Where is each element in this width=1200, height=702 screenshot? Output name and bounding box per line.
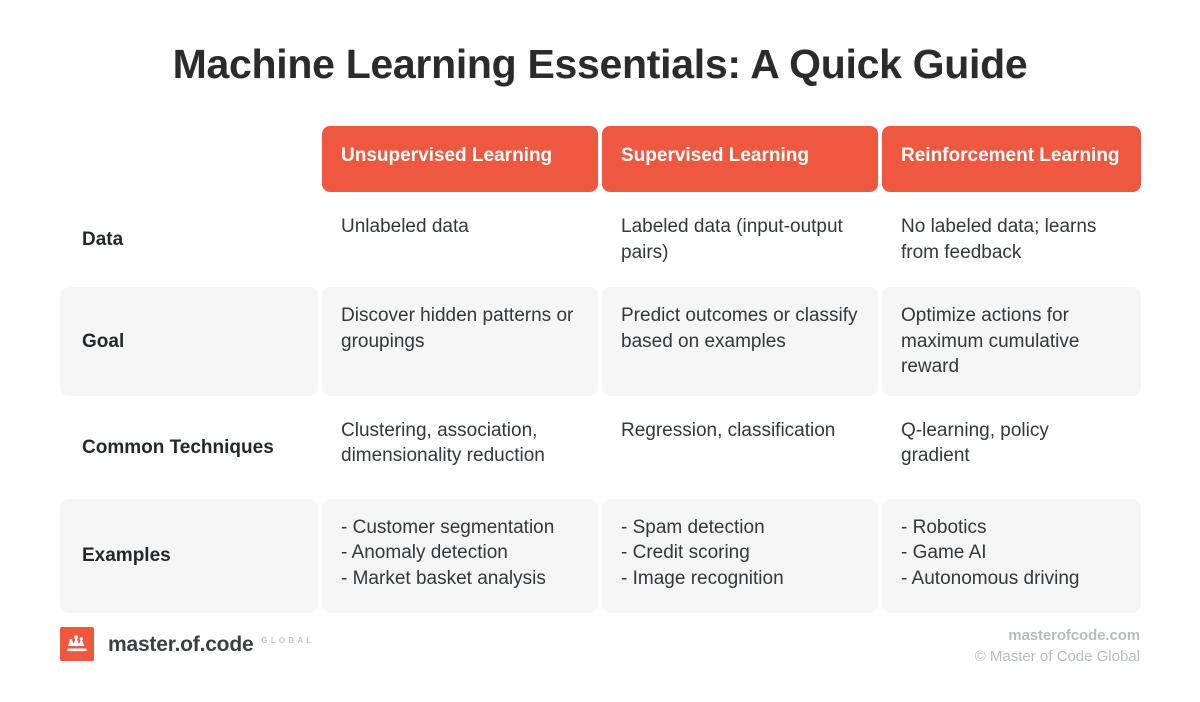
comparison-table: Unsupervised Learning Supervised Learnin… bbox=[60, 126, 1141, 613]
cell-data-unsupervised: Unlabeled data bbox=[322, 198, 598, 281]
footer: master.of.code GLOBAL masterofcode.com ©… bbox=[0, 620, 1200, 680]
master-of-code-mark-icon bbox=[60, 627, 94, 661]
cell-text: Predict outcomes or classify based on ex… bbox=[621, 305, 863, 352]
table-corner-cell bbox=[60, 126, 318, 192]
cell-data-reinforcement: No labeled data; learns from feedback bbox=[882, 198, 1141, 281]
cell-goal-reinforcement: Optimize actions for maximum cumulative … bbox=[882, 287, 1141, 396]
cell-text: Clustering, association, dimensionality … bbox=[341, 419, 545, 467]
row-label-data: Data bbox=[82, 229, 124, 250]
cell-goal-supervised: Predict outcomes or classify based on ex… bbox=[602, 287, 878, 396]
cell-text: Regression, classification bbox=[621, 419, 836, 441]
table-row: Common Techniques Clustering, associatio… bbox=[60, 402, 1141, 493]
cell-techniques-unsupervised: Clustering, association, dimensionality … bbox=[322, 402, 598, 493]
copyright-text: © Master of Code Global bbox=[974, 648, 1140, 665]
column-header-reinforcement-learning: Reinforcement Learning bbox=[882, 126, 1141, 192]
column-header-unsupervised-learning: Unsupervised Learning bbox=[322, 126, 598, 192]
website-url: masterofcode.com bbox=[1008, 627, 1140, 644]
cell-text: No labeled data; learns from feedback bbox=[901, 216, 1102, 263]
cell-text: Optimize actions for maximum cumulative … bbox=[901, 305, 1085, 377]
cell-text: - Spam detection - Credit scoring - Imag… bbox=[621, 516, 784, 589]
cell-text: - Customer segmentation - Anomaly detect… bbox=[341, 516, 555, 589]
table-row: Examples - Customer segmentation - Anoma… bbox=[60, 498, 1141, 613]
row-label-examples: Examples bbox=[60, 498, 318, 613]
cell-examples-reinforcement: - Robotics - Game AI - Autonomous drivin… bbox=[882, 498, 1141, 613]
cell-examples-unsupervised: - Customer segmentation - Anomaly detect… bbox=[322, 498, 598, 613]
copyright-block: masterofcode.com © Master of Code Global bbox=[975, 625, 1140, 667]
cell-techniques-reinforcement: Q-learning, policy gradient bbox=[882, 402, 1141, 493]
logo-global-tag: GLOBAL bbox=[261, 636, 315, 645]
cell-text: Q-learning, policy gradient bbox=[901, 419, 1055, 467]
cell-text: - Robotics - Game AI - Autonomous drivin… bbox=[901, 516, 1080, 589]
cell-text: Unlabeled data bbox=[341, 216, 469, 237]
row-label-common-techniques: Common Techniques bbox=[82, 436, 274, 458]
column-header-supervised-learning: Supervised Learning bbox=[602, 126, 878, 192]
page-title: Machine Learning Essentials: A Quick Gui… bbox=[172, 41, 1028, 87]
cell-data-supervised: Labeled data (input-output pairs) bbox=[602, 198, 878, 281]
cell-text: Discover hidden patterns or groupings bbox=[341, 305, 579, 352]
row-label-goal: Goal bbox=[60, 287, 318, 396]
brand-logo[interactable]: master.of.code GLOBAL bbox=[60, 627, 314, 661]
infographic-page: Machine Learning Essentials: A Quick Gui… bbox=[0, 0, 1200, 702]
table-header-row: Unsupervised Learning Supervised Learnin… bbox=[60, 126, 1141, 192]
table-row: Goal Discover hidden patterns or groupin… bbox=[60, 287, 1141, 396]
cell-goal-unsupervised: Discover hidden patterns or groupings bbox=[322, 287, 598, 396]
logo-wordmark: master.of.code bbox=[108, 632, 254, 656]
cell-text: Labeled data (input-output pairs) bbox=[621, 216, 849, 263]
cell-techniques-supervised: Regression, classification bbox=[602, 402, 878, 493]
table-row: Data Unlabeled data Labeled data (input-… bbox=[60, 198, 1141, 281]
cell-examples-supervised: - Spam detection - Credit scoring - Imag… bbox=[602, 498, 878, 613]
